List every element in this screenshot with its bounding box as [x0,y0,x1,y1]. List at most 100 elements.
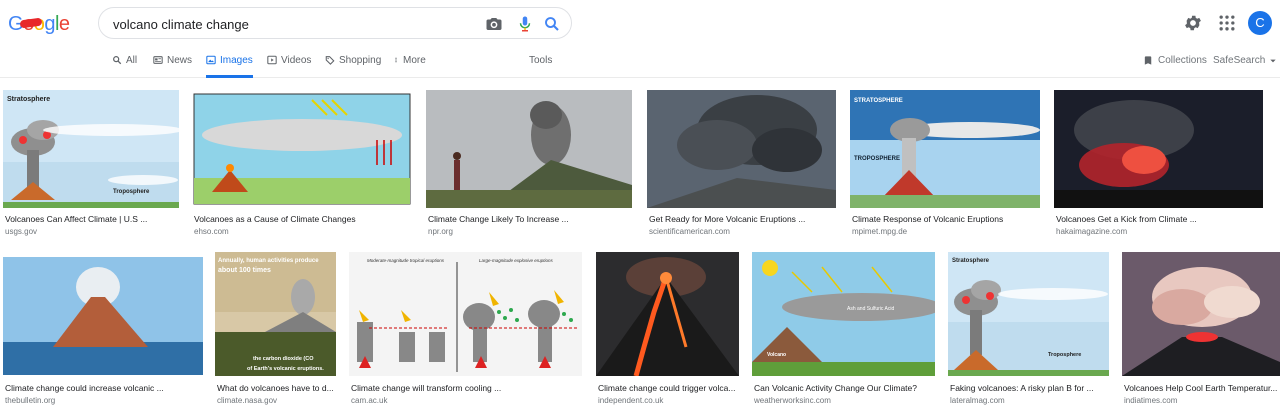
result-thumbnail[interactable]: Annually, human activities produce about… [215,252,336,376]
image-result[interactable]: Volcanoes Help Cool Earth Temperatur... … [1122,252,1280,407]
search-input[interactable] [113,14,473,34]
safesearch-toggle[interactable]: SafeSearch [1213,55,1277,66]
result-thumbnail[interactable]: Stratosphere Troposphere [948,252,1109,376]
image-result[interactable]: Volcanoes Get a Kick from Climate ... ha… [1054,90,1263,240]
settings-gear-icon[interactable] [1183,13,1203,33]
search-box[interactable] [98,7,572,39]
tab-news[interactable]: News [153,55,192,78]
result-title[interactable]: Can Volcanic Activity Change Our Climate… [754,383,935,393]
tab-videos[interactable]: Videos [267,55,311,78]
image-result[interactable]: Volcanoes as a Cause of Climate Changes … [192,90,412,240]
search-icon [113,56,122,65]
result-domain: indiatimes.com [1124,396,1178,405]
result-domain: lateralmag.com [950,396,1005,405]
image-result[interactable]: Ash and Sulfuric Acid Volcano Can Volcan… [752,252,935,407]
image-result[interactable]: Climate change could trigger volca... in… [596,252,739,407]
news-icon [153,56,163,64]
result-title[interactable]: Climate change could trigger volca... [598,383,739,393]
cam-left-label: Moderate-magnitude tropical eruptions [367,258,445,263]
tab-shopping[interactable]: Shopping [325,55,381,78]
image-result[interactable]: Stratosphere Troposphere Faking volcanoe… [948,252,1109,407]
result-domain: cam.ac.uk [351,396,388,405]
image-result[interactable]: Get Ready for More Volcanic Eruptions ..… [647,90,836,240]
troposphere-label: Troposphere [113,189,150,195]
camera-icon[interactable] [485,15,503,33]
volcano-label: Volcano [767,352,786,358]
nasa-line2: about 100 times [218,267,271,274]
result-title[interactable]: Climate change will transform cooling ..… [351,383,582,393]
result-thumbnail[interactable]: Stratosphere Troposphere [3,90,179,208]
ash-label: Ash and Sulfuric Acid [847,306,894,312]
image-result[interactable]: Stratosphere Troposphere Volcanoes Can A… [3,90,179,240]
result-thumbnail[interactable] [3,257,203,375]
dropdown-arrow-icon [1270,59,1276,62]
result-thumbnail[interactable] [1054,90,1263,208]
search-icon[interactable] [543,15,561,33]
nasa-line3: the carbon dioxide (CO [253,356,314,362]
result-title[interactable]: Volcanoes Can Affect Climate | U.S ... [5,214,179,224]
tab-images[interactable]: Images [206,55,253,78]
tab-label: Tools [529,55,553,66]
result-domain: weatherworksinc.com [754,396,831,405]
collections-label: Collections [1158,55,1207,66]
safesearch-label: SafeSearch [1213,55,1266,66]
result-domain: climate.nasa.gov [217,396,278,405]
tab-label: Images [220,55,253,66]
result-title[interactable]: Climate Change Likely To Increase ... [428,214,632,224]
result-thumbnail[interactable] [596,252,739,376]
result-title[interactable]: Faking volcanoes: A risky plan B for ... [950,383,1109,393]
result-title[interactable]: Volcanoes Help Cool Earth Temperatur... [1124,383,1280,393]
result-title[interactable]: What do volcanoes have to d... [217,383,336,393]
tag-icon [325,56,335,65]
image-result[interactable]: Moderate-magnitude tropical eruptions La… [349,252,582,407]
nasa-line4: of Earth's volcanic eruptions. [247,366,324,372]
tab-label: Videos [281,55,312,66]
result-thumbnail[interactable] [1122,252,1280,376]
tab-label: Shopping [339,55,382,66]
result-thumbnail[interactable] [192,90,412,208]
image-result[interactable]: Annually, human activities produce about… [215,252,336,407]
result-domain: hakaimagazine.com [1056,227,1128,236]
result-domain: usgs.gov [5,227,38,236]
image-icon [206,55,216,65]
image-result[interactable]: Climate change could increase volcanic .… [3,257,203,407]
result-thumbnail[interactable]: Ash and Sulfuric Acid Volcano [752,252,935,376]
image-result[interactable]: STRATOSPHERE TROPOSPHERE Climate Respons… [850,90,1040,240]
account-avatar[interactable]: C [1248,11,1272,35]
cam-right-label: Large-magnitude explosive eruptions [479,258,554,263]
video-icon [267,55,277,65]
stratosphere-label: STRATOSPHERE [854,98,903,104]
tab-more[interactable]: More [393,55,426,78]
result-title[interactable]: Volcanoes Get a Kick from Climate ... [1056,214,1263,224]
result-domain: ehso.com [194,227,229,236]
apps-grid-icon[interactable] [1217,13,1237,33]
more-icon [395,57,397,63]
result-thumbnail[interactable] [647,90,836,208]
nasa-line1: Annually, human activities produce [218,258,319,264]
stratosphere-label: Stratosphere [952,258,990,264]
result-title[interactable]: Climate change could increase volcanic .… [5,383,203,393]
google-logo[interactable]: Google [8,13,70,35]
collections-link[interactable]: Collections [1143,55,1207,66]
result-thumbnail[interactable]: Moderate-magnitude tropical eruptions La… [349,252,582,376]
result-domain: thebulletin.org [5,396,56,405]
result-domain: scientificamerican.com [649,227,730,236]
result-thumbnail[interactable]: STRATOSPHERE TROPOSPHERE [850,90,1040,208]
tab-label: More [403,55,426,66]
result-domain: mpimet.mpg.de [852,227,908,236]
result-title[interactable]: Climate Response of Volcanic Eruptions [852,214,1040,224]
result-domain: independent.co.uk [598,396,664,405]
image-result[interactable]: Climate Change Likely To Increase ... np… [426,90,632,240]
result-title[interactable]: Get Ready for More Volcanic Eruptions ..… [649,214,836,224]
tab-label: News [167,55,193,66]
result-title[interactable]: Volcanoes as a Cause of Climate Changes [194,214,412,224]
bookmark-icon [1144,56,1152,65]
tab-tools[interactable]: Tools [529,55,552,78]
tab-all[interactable]: All [112,55,137,78]
search-tabs: All News Images Videos Shopping More Too… [0,50,1280,78]
result-domain: npr.org [428,227,453,236]
troposphere-label: Troposphere [1048,352,1081,358]
tab-label: All [126,55,138,66]
microphone-icon[interactable] [516,15,534,33]
result-thumbnail[interactable] [426,90,632,208]
